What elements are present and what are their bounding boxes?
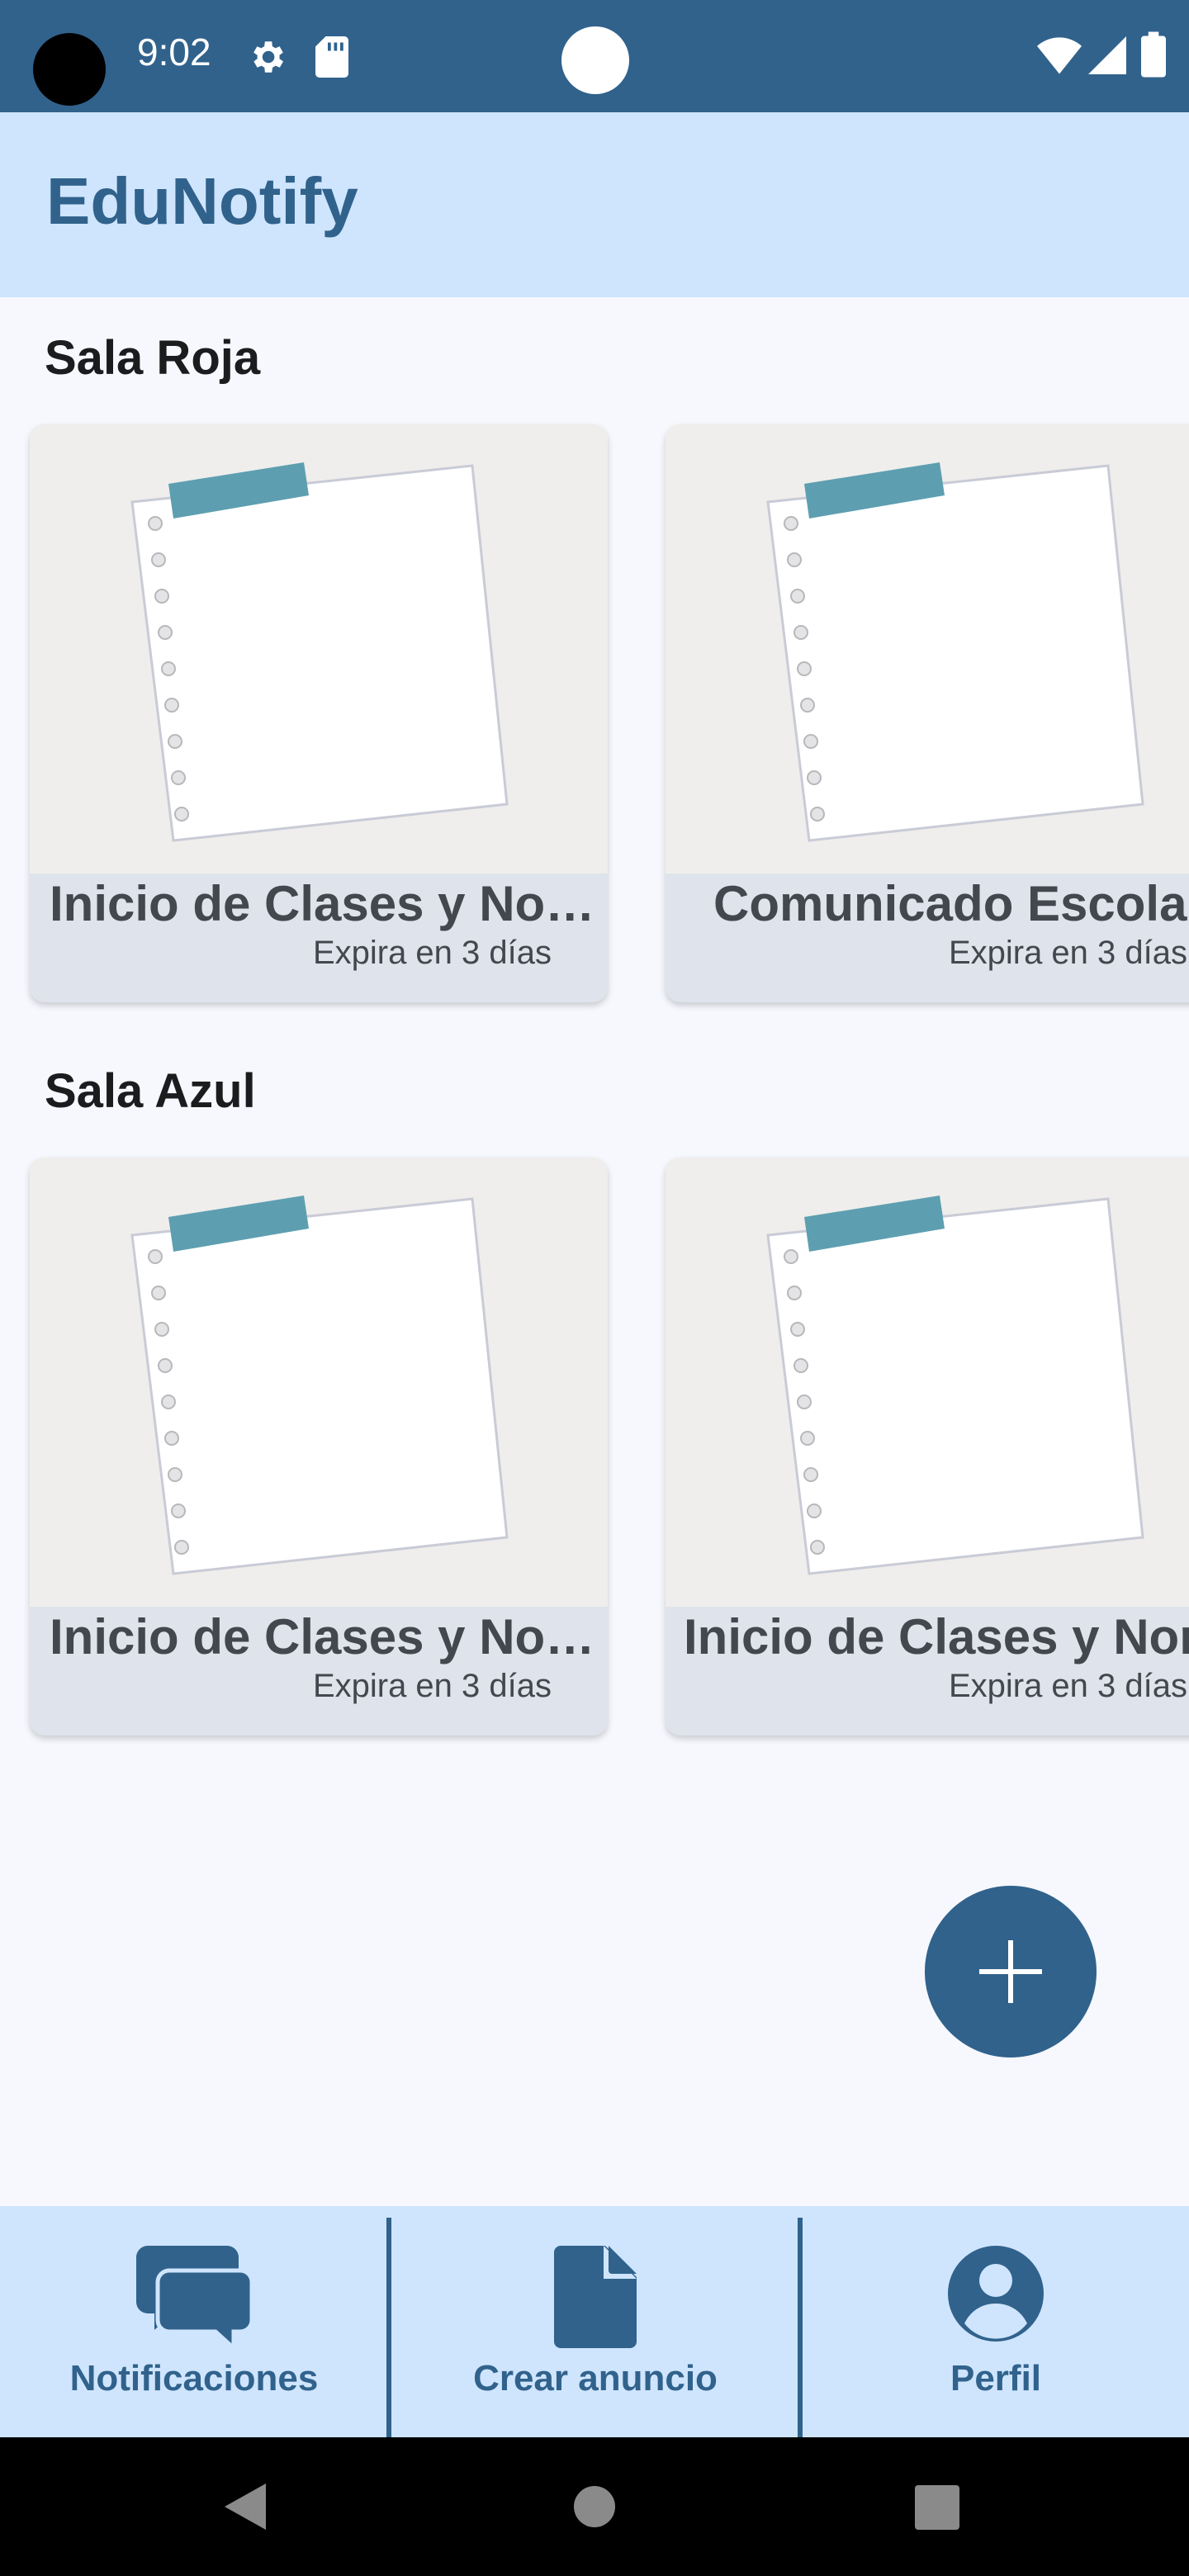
plus-icon [979, 1940, 1042, 2003]
settings-icon [253, 41, 283, 73]
app-title: EduNotify [46, 164, 358, 238]
recents-icon[interactable] [915, 2485, 959, 2530]
card-title: Inicio de Clases y Nor… [50, 1609, 608, 1664]
nav-item-perfil[interactable]: Perfil [803, 2206, 1189, 2437]
nav-label: Perfil [950, 2358, 1042, 2398]
camera-cutout [33, 33, 106, 106]
front-camera [561, 26, 629, 94]
nav-label: Notificaciones [69, 2358, 319, 2398]
bottom-navigation: Notificaciones Crear anuncio Perfil [0, 2206, 1189, 2437]
card-title: Comunicado Escolar [713, 876, 1189, 931]
card-expiry: Expira en 3 días [312, 1668, 552, 1704]
system-navigation-bar [0, 2437, 1189, 2576]
card-image [666, 424, 1189, 874]
card-expiry: Expira en 3 días [948, 1668, 1187, 1704]
home-icon[interactable] [573, 2485, 616, 2528]
section-title-sala-azul: Sala Azul [45, 1064, 256, 1118]
battery-icon [1141, 31, 1166, 78]
nav-item-crear-anuncio[interactable]: Crear anuncio [391, 2206, 799, 2437]
card-title: Inicio de Clases y Nor… [50, 876, 608, 931]
announcement-card[interactable]: Inicio de Clases y Nor Expira en 3 días [666, 1158, 1189, 1735]
add-announcement-fab[interactable] [925, 1886, 1097, 2057]
card-image [666, 1158, 1189, 1607]
note-paper-icon [130, 1196, 509, 1575]
nav-item-notificaciones[interactable]: Notificaciones [0, 2206, 388, 2437]
card-image [30, 1158, 608, 1607]
back-icon[interactable] [221, 2482, 271, 2531]
document-icon [554, 2246, 637, 2348]
card-expiry: Expira en 3 días [312, 935, 552, 971]
status-time: 9:02 [137, 31, 211, 73]
card-title: Inicio de Clases y Nor [684, 1609, 1189, 1664]
note-paper-icon [766, 1196, 1144, 1575]
note-paper-icon [130, 462, 509, 842]
announcement-card[interactable]: Comunicado Escolar Expira en 3 días [666, 424, 1189, 1002]
announcement-card[interactable]: Inicio de Clases y Nor… Expira en 3 días [30, 424, 608, 1002]
signal-icon [1088, 36, 1126, 74]
account-circle-icon [948, 2246, 1044, 2342]
app-bar: EduNotify [0, 112, 1189, 297]
status-bar: 9:02 [0, 0, 1189, 112]
chat-bubbles-icon [136, 2246, 252, 2348]
card-image [30, 424, 608, 874]
sd-card-icon [315, 36, 348, 78]
wifi-icon [1037, 37, 1082, 74]
nav-label: Crear anuncio [473, 2358, 718, 2398]
card-expiry: Expira en 3 días [948, 935, 1187, 971]
section-title-sala-roja: Sala Roja [45, 331, 261, 385]
note-paper-icon [766, 462, 1144, 842]
announcement-card[interactable]: Inicio de Clases y Nor… Expira en 3 días [30, 1158, 608, 1735]
